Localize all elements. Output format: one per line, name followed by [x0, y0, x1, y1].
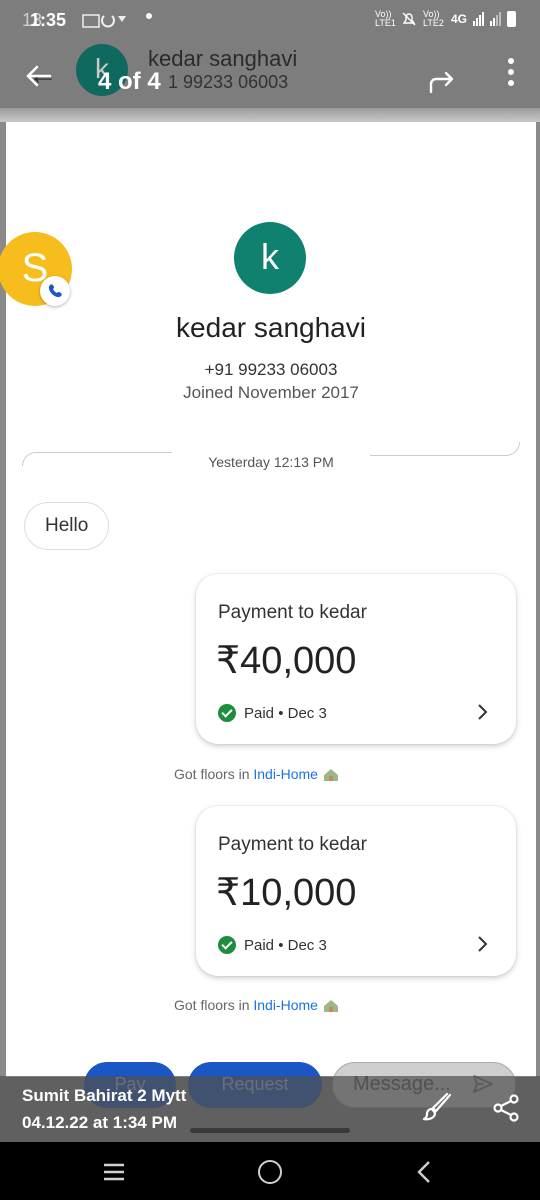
mute-icon	[402, 12, 416, 26]
chat-head-badge	[40, 276, 70, 306]
caption-sender: Sumit Bahirat 2 Mytt	[22, 1086, 187, 1105]
house-emoji-icon	[323, 769, 338, 782]
edit-brush-icon[interactable]	[422, 1092, 454, 1124]
forward-share-icon[interactable]	[428, 70, 456, 94]
payment-card[interactable]: Payment to kedar ₹40,000 Paid • Dec 3	[196, 574, 516, 744]
payment-amount: ₹10,000	[216, 872, 357, 914]
payment-note-link[interactable]: Indi-Home	[253, 766, 318, 782]
payment-card[interactable]: Payment to kedar ₹10,000 Paid • Dec 3	[196, 806, 516, 976]
back-arrow-icon[interactable]	[24, 62, 52, 90]
header-contact-name: kedar sanghavi	[148, 46, 298, 71]
payment-title: Payment to kedar	[218, 834, 367, 855]
contact-avatar[interactable]: k	[234, 222, 306, 294]
notification-icons	[82, 12, 138, 33]
payment-amount: ₹40,000	[216, 640, 357, 682]
house-emoji-icon	[323, 1000, 338, 1013]
notification-dot	[146, 13, 152, 19]
check-circle-icon	[218, 936, 236, 954]
payment-note: Got floors in Indi-Home	[174, 766, 340, 782]
header-shadow	[0, 108, 540, 122]
payment-note-link[interactable]: Indi-Home	[253, 997, 318, 1013]
status-right-icons: Vo)) LTE1 Vo)) LTE2 4G	[375, 10, 516, 28]
contact-name: kedar sanghavi	[176, 312, 366, 343]
payment-status-text: Paid • Dec 3	[244, 936, 327, 954]
message-bubble[interactable]: Hello	[24, 502, 110, 550]
payment-note-text: Got floors in	[174, 997, 254, 1013]
payment-status-text: Paid • Dec 3	[244, 704, 327, 722]
chevron-right-icon[interactable]	[472, 934, 492, 954]
payment-note: Got floors in Indi-Home	[174, 997, 340, 1013]
phone-call-icon	[48, 284, 62, 298]
scrub-handle[interactable]	[190, 1128, 350, 1133]
battery-icon	[507, 11, 516, 27]
nav-home-icon[interactable]	[258, 1160, 282, 1184]
status-bar: 13 1:35 Vo)) LTE1 Vo)) LTE2 4G	[0, 0, 540, 44]
nav-recents-icon[interactable]	[102, 1162, 126, 1182]
date-divider: Yesterday 12:13 PM	[208, 454, 334, 470]
chat-thread[interactable]: k kedar sanghavi +91 99233 06003 Joined …	[6, 122, 536, 1077]
signal-icon-1	[473, 12, 484, 26]
check-circle-icon	[218, 704, 236, 722]
notification-icon	[82, 14, 126, 28]
caption-date: 04.12.22 at 1:34 PM	[22, 1113, 177, 1132]
nav-back-icon[interactable]	[414, 1160, 434, 1184]
signal-icon-2	[490, 12, 501, 26]
contact-phone: +91 99233 06003	[204, 360, 338, 379]
status-time: 1:35	[30, 10, 67, 30]
payment-title: Payment to kedar	[218, 602, 367, 623]
network-label: 4G	[450, 12, 467, 26]
more-vert-icon[interactable]	[508, 58, 514, 86]
viewer-page-indicator: 4 of 4	[98, 68, 161, 95]
lte2-label: Vo)) LTE2	[422, 9, 444, 28]
chat-header: ← k kedar sanghavi 1 99233 06003	[0, 44, 540, 108]
share-icon[interactable]	[492, 1094, 520, 1122]
header-contact-phone: 1 99233 06003	[168, 72, 289, 92]
payment-status: Paid • Dec 3	[218, 936, 327, 954]
chevron-right-icon[interactable]	[472, 702, 492, 722]
payment-status: Paid • Dec 3	[218, 704, 327, 722]
lte1-label: Vo)) LTE1	[374, 9, 396, 28]
contact-joined: Joined November 2017	[183, 383, 359, 402]
payment-note-text: Got floors in	[174, 766, 254, 782]
